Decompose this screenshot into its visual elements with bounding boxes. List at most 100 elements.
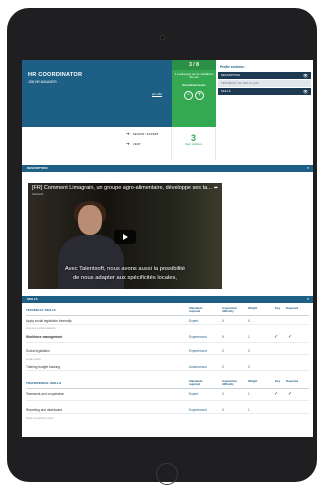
section-title: DESCRIPTION — [27, 166, 48, 170]
profile-section-description[interactable]: DESCRIPTION 👁 — [218, 72, 311, 79]
col-key: Key — [275, 306, 281, 310]
video-player[interactable]: [FR] Comment Limagrain, un groupe agro-a… — [28, 183, 222, 289]
col-required: Required — [286, 306, 299, 310]
plus-circle-icon[interactable]: + — [195, 90, 204, 100]
match-text: 3 employee(s) can be upskilled to this r… — [174, 73, 214, 80]
close-icon[interactable]: × — [307, 296, 309, 303]
eye-icon[interactable]: 👁 — [303, 88, 308, 95]
level-label: SENIOR / EXPERT — [132, 132, 159, 136]
match-label: Recruitment levels — [182, 83, 206, 87]
skill-name: Workforce management — [26, 335, 63, 339]
skill-standard: Experienced — [189, 335, 207, 339]
description-section-bar[interactable]: DESCRIPTION × — [22, 165, 313, 172]
skill-acquisition: 0 — [222, 365, 224, 369]
divider — [26, 315, 309, 316]
skill-weight: 0 — [248, 319, 250, 323]
match-panel: 3 / 8 3 employee(s) can be upskilled to … — [172, 60, 216, 127]
table-row[interactable]: Apply social legislation internally Expe… — [26, 319, 309, 325]
col-acquisition: Acquisition difficulty — [222, 306, 238, 314]
arrow-right-icon: ➜ — [126, 141, 130, 146]
skill-acquisition: 0 — [222, 319, 224, 323]
col-weight: Weight — [248, 379, 258, 383]
app-screen: HR COORDINATOR JOB HR MANAGER job offer … — [22, 60, 313, 437]
skill-standard: Expert — [189, 319, 199, 323]
eye-icon[interactable]: 👁 — [303, 72, 308, 79]
technical-skills-title: TECHNICAL SKILLS — [26, 308, 56, 312]
camera-dot — [160, 35, 165, 40]
profile-section-label: SKILLS — [221, 89, 231, 93]
video-title[interactable]: [FR] Comment Limagrain, un groupe agro-a… — [32, 185, 220, 191]
share-icon[interactable]: ➦ — [214, 185, 218, 191]
skill-acquisition: 0 — [222, 349, 224, 353]
video-caption-line-2: de nous adapter aux spécificités locales… — [72, 275, 178, 281]
skill-standard: Experienced — [189, 349, 207, 353]
skills-section-bar[interactable]: SKILLS × — [22, 296, 313, 303]
transversal-skills-title: TRANSVERSAL SKILLS — [26, 381, 62, 385]
skill-weight: 1 — [248, 335, 250, 339]
page-title: HR COORDINATOR — [28, 72, 83, 78]
job-subtitle: JOB HR MANAGER — [28, 80, 57, 84]
col-standard: Standards required — [189, 306, 203, 314]
skill-name: Social legislation — [26, 349, 50, 353]
table-row[interactable]: Reporting and dashboard Experienced 0 1 — [26, 408, 309, 414]
key-check-icon[interactable]: ✓ — [274, 391, 278, 397]
skill-weight: 1 — [248, 392, 250, 396]
table-row[interactable]: Workforce management Experienced 5 1 ✓ ✓ — [26, 334, 309, 343]
skill-acquisition: 5 — [222, 335, 224, 339]
col-acquisition: Acquisition difficulty — [222, 379, 238, 387]
skill-standard: Experienced — [189, 408, 207, 412]
skill-name: Apply social legislation internally — [26, 319, 72, 323]
profile-section-label: DESCRIPTION — [221, 73, 241, 77]
profile-section-skills[interactable]: SKILLS 👁 — [218, 88, 311, 95]
open-positions-panel: 3 Open positions — [172, 127, 216, 160]
skill-name: Reporting and dashboard — [26, 408, 62, 412]
skill-name: Teamwork and cooperation — [26, 392, 65, 396]
match-actions: − + — [172, 90, 216, 100]
skill-note: Legal watch — [26, 357, 41, 361]
key-check-icon[interactable]: ✓ — [274, 334, 278, 340]
video-channel[interactable]: Talentsoft — [32, 193, 43, 196]
profile-section-label: TESTIMONY OF SKILLS (4/5) — [221, 81, 259, 85]
video-caption-line-1: Avec Talentsoft, nous avons aussi la pos… — [64, 266, 186, 272]
skill-note: Draw up activity report — [26, 416, 54, 420]
level-label: VERY — [132, 142, 141, 146]
skill-weight: 0 — [248, 365, 250, 369]
profile-sections: Profile sections : DESCRIPTION 👁 TESTIMO… — [216, 60, 313, 160]
col-standard: Standards required — [189, 379, 203, 387]
speaker-head — [78, 205, 102, 235]
skill-acquisition: 0 — [222, 408, 224, 412]
table-row[interactable]: Social legislation Experienced 0 0 — [26, 349, 309, 355]
job-level-panel: ➜ SENIOR / EXPERT ➜ VERY — [22, 127, 172, 160]
skill-weight: 0 — [248, 349, 250, 353]
skill-note: Improve social relations — [26, 326, 56, 330]
minus-circle-icon[interactable]: − — [184, 90, 193, 100]
close-icon[interactable]: × — [307, 165, 309, 172]
level-row-1: ➜ SENIOR / EXPERT — [126, 131, 159, 137]
section-title: SKILLS — [27, 297, 38, 301]
skill-standard: Expert — [189, 392, 199, 396]
table-row[interactable]: Training budget tracking Autonomous 0 0 — [26, 365, 309, 371]
match-count: 3 / 8 — [172, 60, 216, 70]
col-required: Required — [286, 379, 299, 383]
job-title-panel: HR COORDINATOR JOB HR MANAGER job offer — [22, 60, 172, 127]
open-positions-count: 3 — [190, 133, 196, 143]
col-weight: Weight — [248, 306, 258, 310]
profile-sections-heading: Profile sections : — [220, 65, 246, 69]
open-positions-label: Open positions — [184, 143, 203, 146]
play-button[interactable] — [114, 230, 136, 244]
skill-standard: Autonomous — [189, 365, 207, 369]
job-header: HR COORDINATOR JOB HR MANAGER job offer … — [22, 60, 313, 160]
profile-section-testimony[interactable]: TESTIMONY OF SKILLS (4/5) — [218, 80, 311, 87]
arrow-right-icon: ➜ — [126, 131, 130, 136]
skill-name: Training budget tracking — [26, 365, 61, 369]
col-key: Key — [275, 379, 281, 383]
home-button[interactable] — [156, 463, 178, 485]
level-row-2: ➜ VERY — [126, 141, 141, 147]
job-offer-link[interactable]: job offer — [152, 92, 162, 96]
skill-acquisition: 0 — [222, 392, 224, 396]
divider — [26, 388, 309, 389]
required-check-icon[interactable]: ✓ — [288, 391, 292, 397]
table-row[interactable]: Teamwork and cooperation Expert 0 1 ✓ ✓ — [26, 391, 309, 401]
required-check-icon[interactable]: ✓ — [288, 334, 292, 340]
skill-weight: 1 — [248, 408, 250, 412]
